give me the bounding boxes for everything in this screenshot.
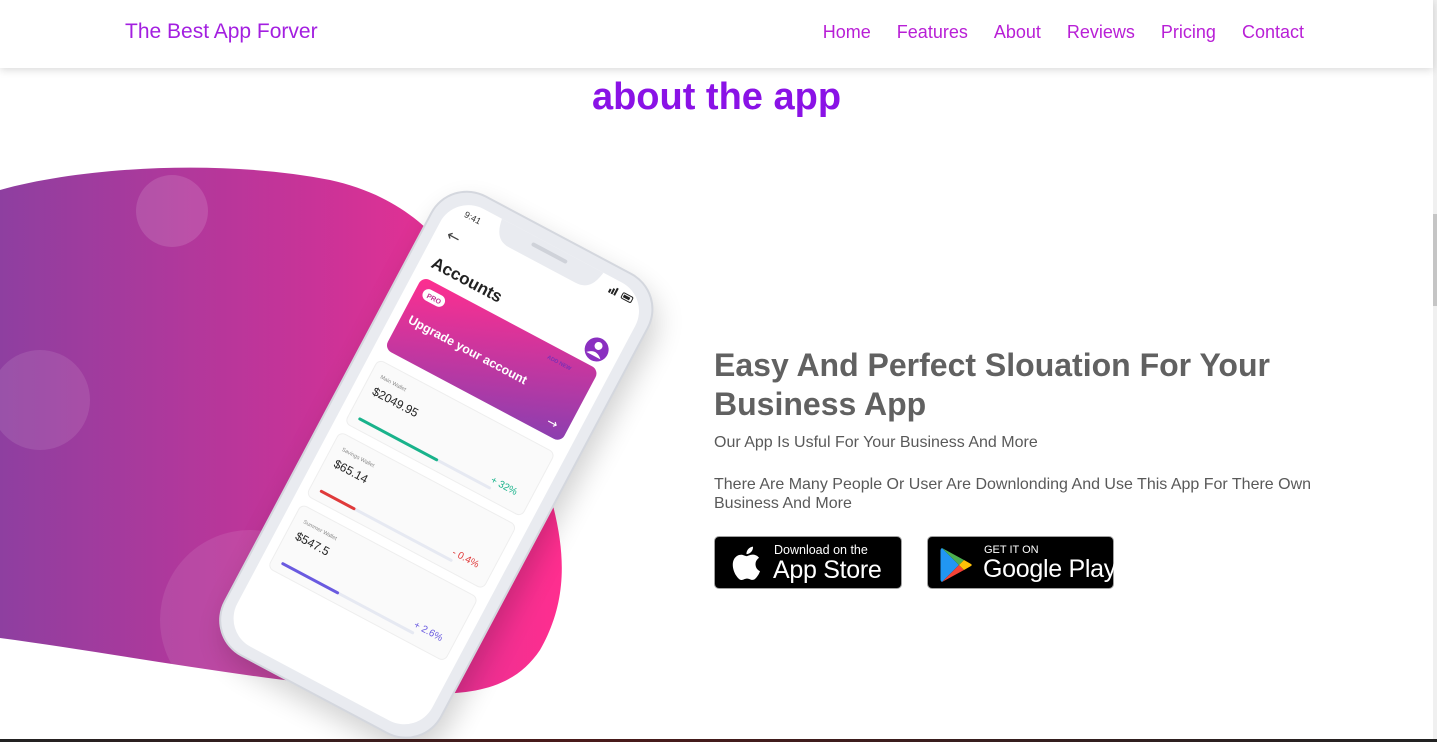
feature-subline: Our App Is Usful For Your Business And M… [714,434,1038,451]
app-store-small-label: Download on the [774,543,868,557]
google-play-big-label: Google Play [983,555,1116,583]
apple-icon [732,546,760,580]
nav-pricing[interactable]: Pricing [1161,22,1216,43]
section-title: about the app [591,76,842,118]
scrollbar-thumb[interactable] [1433,214,1437,306]
brand-link[interactable]: The Best App Forver [125,20,318,44]
nav-contact[interactable]: Contact [1242,22,1304,43]
google-play-button[interactable]: GET IT ON Google Play [927,536,1116,589]
app-store-big-label: App Store [773,556,882,584]
app-store-button[interactable]: Download on the App Store [714,536,902,589]
feature-body: There Are Many People Or User Are Downlo… [714,476,1312,512]
navbar: The Best App Forver Home Features About … [0,0,1433,68]
nav-reviews[interactable]: Reviews [1067,22,1135,43]
nav-about[interactable]: About [994,22,1041,43]
nav-features[interactable]: Features [897,22,968,43]
scrollbar-track[interactable] [1433,0,1437,742]
hero-illustration: 9:41 ← Accounts PRO ADD NEW Upgrade your… [0,167,657,742]
feature-headline: Easy And Perfect Slouation For Your Busi… [714,347,1270,422]
blob-bubble [136,175,208,247]
google-play-icon [940,548,972,582]
nav-links: Home Features About Reviews Pricing Cont… [823,22,1304,43]
nav-home[interactable]: Home [823,22,871,43]
